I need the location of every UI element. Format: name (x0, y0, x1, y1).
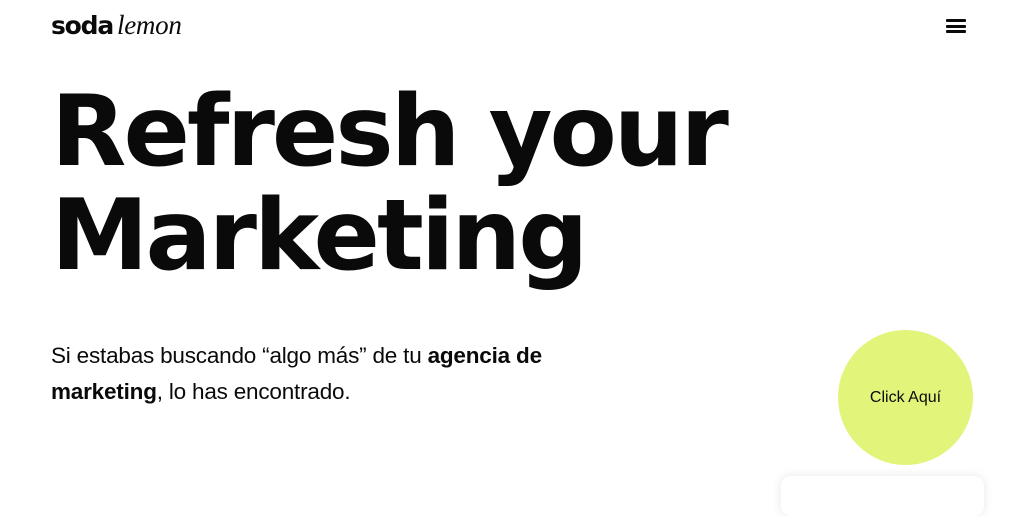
subtitle-text-1: Si estabas buscando “algo más” de tu (51, 343, 428, 368)
cta-label: Click Aquí (869, 388, 942, 406)
site-header: soda lemon (0, 0, 1024, 56)
logo-text-italic: lemon (117, 10, 182, 40)
logo-text-bold: soda (51, 11, 114, 40)
hero-subtitle: Si estabas buscando “algo más” de tu age… (51, 338, 591, 410)
sodalemon-logo[interactable]: soda lemon (51, 10, 182, 41)
hero-title-line-2: Marketing (51, 179, 588, 293)
hamburger-menu-icon (946, 19, 966, 33)
subtitle-text-2: , lo has encontrado. (156, 379, 351, 404)
click-aqui-button[interactable]: Click Aquí (838, 330, 973, 465)
menu-button[interactable] (944, 17, 968, 37)
hero-title-line-1: Refresh your (51, 75, 729, 189)
hero-title: Refresh your Marketing (51, 75, 729, 293)
chat-widget[interactable] (781, 476, 984, 516)
